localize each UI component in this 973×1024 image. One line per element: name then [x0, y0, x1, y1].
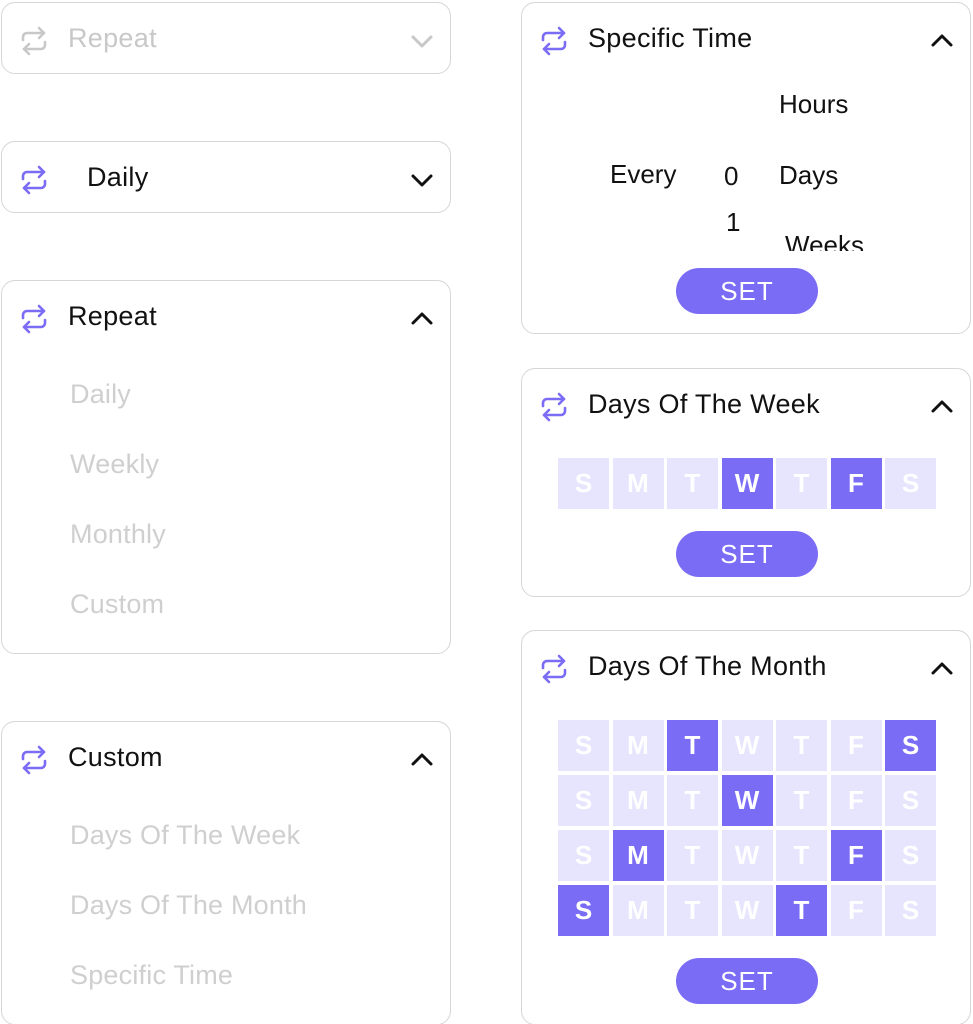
day-cell[interactable]: T [776, 775, 827, 826]
day-cell[interactable]: W [721, 885, 773, 936]
week-day-grid: SMTWTFS [558, 458, 938, 512]
chevron-up-icon[interactable] [928, 27, 956, 55]
option-custom[interactable]: Custom [70, 589, 164, 620]
day-cell[interactable]: F [830, 458, 882, 509]
repeat-dropdown-open: Repeat Daily Weekly Monthly Custom [1, 280, 451, 654]
time-picker: Every 0 1 Hours Days Weeks [522, 79, 970, 251]
panel-header[interactable]: Days Of The Month [522, 631, 970, 703]
day-cell[interactable]: F [830, 885, 882, 936]
set-button[interactable]: SET [676, 268, 818, 314]
dropdown-label: Custom [68, 742, 163, 772]
daily-dropdown[interactable]: Daily [1, 141, 451, 213]
day-cell[interactable]: S [558, 885, 609, 936]
day-cell[interactable]: F [830, 830, 882, 881]
day-cell[interactable]: T [776, 458, 827, 509]
panel-title: Days Of The Month [588, 651, 827, 681]
dropdown-header[interactable]: Repeat [2, 281, 450, 353]
days-of-month-panel: Days Of The Month SMTWTFSSMTWTFSSMTWTFSS… [521, 630, 971, 1024]
option-monthly[interactable]: Monthly [70, 519, 166, 550]
option-specific-time[interactable]: Specific Time [70, 960, 233, 991]
day-cell[interactable]: M [612, 720, 664, 771]
day-cell[interactable]: W [721, 458, 773, 509]
option-weekly[interactable]: Weekly [70, 449, 159, 480]
day-cell[interactable]: S [885, 775, 936, 826]
day-cell[interactable]: T [667, 720, 718, 771]
day-cell[interactable]: T [776, 830, 827, 881]
panel-title: Days Of The Week [588, 389, 820, 419]
day-cell[interactable]: S [885, 830, 936, 881]
set-button[interactable]: SET [676, 531, 818, 577]
chevron-up-icon[interactable] [408, 746, 436, 774]
option-days-of-the-week[interactable]: Days Of The Week [70, 820, 300, 851]
repeat-icon [538, 25, 570, 57]
dropdown-header[interactable]: Custom [2, 722, 450, 794]
panel-header[interactable]: Days Of The Week [522, 369, 970, 441]
day-cell[interactable]: F [830, 775, 882, 826]
option-daily[interactable]: Daily [70, 379, 131, 410]
day-cell[interactable]: W [721, 720, 773, 771]
month-day-grid: SMTWTFSSMTWTFSSMTWTFSSMTWTFS [558, 720, 938, 942]
unit-wheel-item[interactable]: Weeks [785, 230, 864, 251]
day-cell[interactable]: S [558, 775, 609, 826]
day-cell[interactable]: T [776, 720, 827, 771]
panel-header[interactable]: Specific Time [522, 3, 970, 75]
number-wheel-item[interactable]: 0 [724, 161, 738, 192]
day-cell[interactable]: T [776, 885, 827, 936]
number-wheel-item[interactable]: 1 [726, 207, 740, 238]
day-cell[interactable]: F [830, 720, 882, 771]
chevron-up-icon[interactable] [928, 655, 956, 683]
day-cell[interactable]: T [667, 775, 718, 826]
day-cell[interactable]: M [612, 458, 664, 509]
dropdown-label: Repeat [68, 301, 157, 331]
unit-wheel-item[interactable]: Days [779, 160, 838, 191]
repeat-icon [538, 391, 570, 423]
repeat-icon [538, 653, 570, 685]
option-days-of-the-month[interactable]: Days Of The Month [70, 890, 307, 921]
repeat-icon [18, 303, 50, 335]
day-cell[interactable]: W [721, 775, 773, 826]
unit-wheel-item[interactable]: Hours [779, 89, 848, 120]
days-of-week-panel: Days Of The Week SMTWTFS SET [521, 368, 971, 597]
repeat-icon [18, 744, 50, 776]
repeat-dropdown-disabled[interactable]: Repeat [1, 2, 451, 74]
day-cell[interactable]: W [721, 830, 773, 881]
chevron-down-icon[interactable] [408, 27, 436, 55]
day-cell[interactable]: S [558, 720, 609, 771]
day-cell[interactable]: S [885, 720, 936, 771]
dropdown-header[interactable]: Daily [2, 142, 450, 214]
every-label: Every [610, 159, 677, 189]
day-cell[interactable]: T [667, 830, 718, 881]
panel-title: Specific Time [588, 23, 753, 53]
day-cell[interactable]: S [885, 458, 936, 509]
repeat-icon [18, 25, 50, 57]
day-cell[interactable]: S [885, 885, 936, 936]
day-cell[interactable]: T [667, 885, 718, 936]
chevron-up-icon[interactable] [408, 305, 436, 333]
day-cell[interactable]: M [612, 775, 664, 826]
dropdown-label: Daily [87, 162, 149, 192]
day-cell[interactable]: S [558, 830, 609, 881]
specific-time-panel: Specific Time Every 0 1 Hours Days Weeks… [521, 2, 971, 334]
repeat-icon [18, 164, 50, 196]
chevron-up-icon[interactable] [928, 393, 956, 421]
dropdown-header[interactable]: Repeat [2, 3, 450, 75]
dropdown-label: Repeat [68, 23, 157, 53]
set-button[interactable]: SET [676, 958, 818, 1004]
custom-dropdown-open: Custom Days Of The Week Days Of The Mont… [1, 721, 451, 1024]
day-cell[interactable]: T [667, 458, 718, 509]
day-cell[interactable]: M [612, 830, 664, 881]
chevron-down-icon[interactable] [408, 166, 436, 194]
day-cell[interactable]: M [612, 885, 664, 936]
day-cell[interactable]: S [558, 458, 609, 509]
